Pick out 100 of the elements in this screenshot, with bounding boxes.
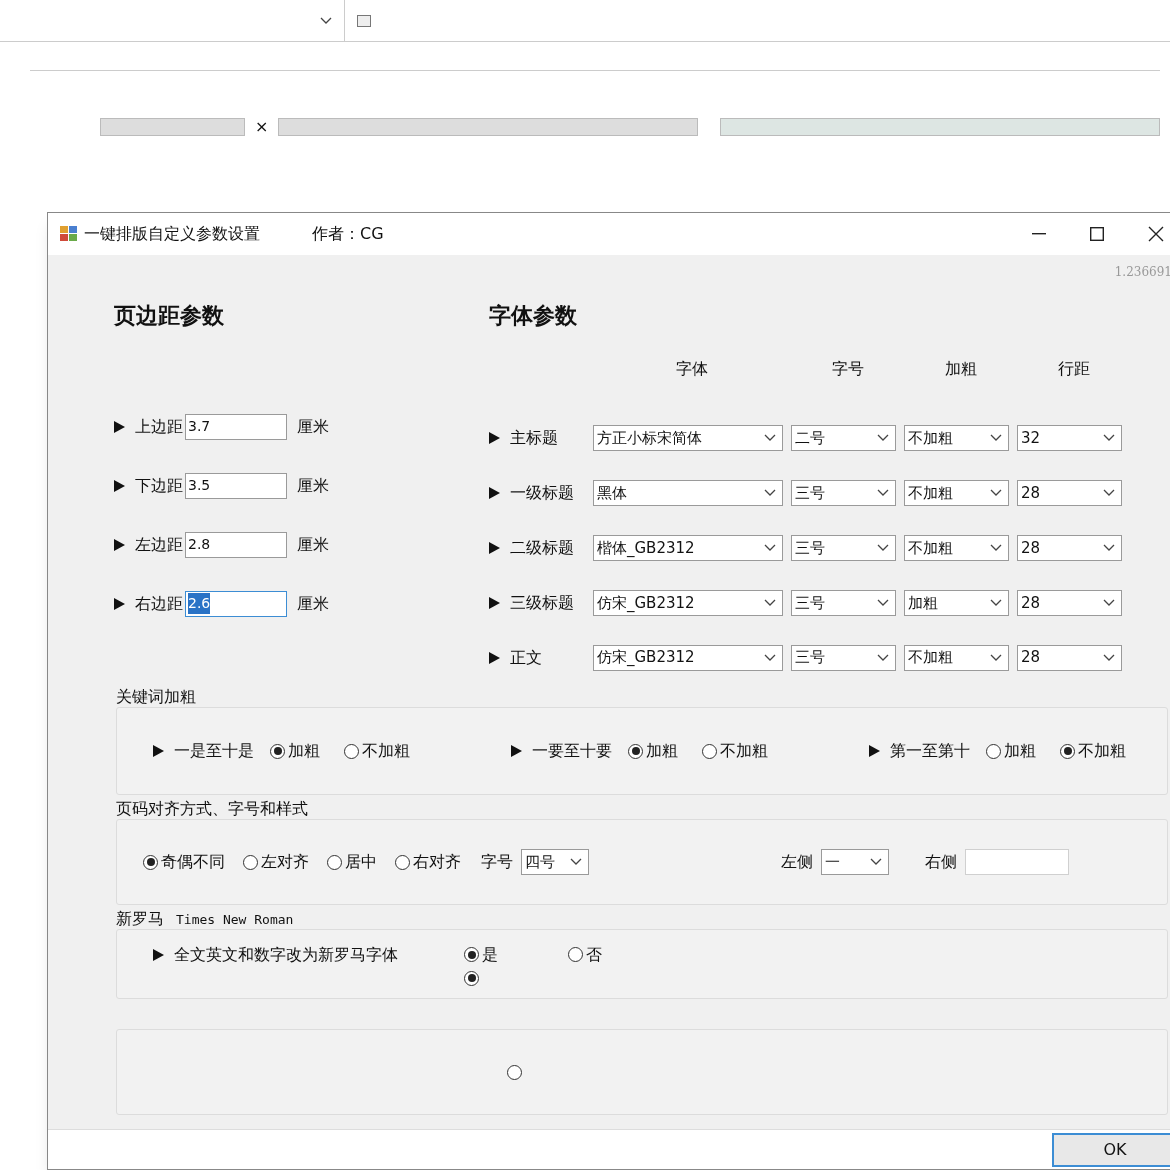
ok-button[interactable]: OK [1052, 1132, 1170, 1167]
field-label: 下边距 [135, 474, 183, 497]
dropdown[interactable]: 三号 [791, 480, 896, 507]
group-title: 新罗马 [116, 908, 164, 930]
radio-button[interactable]: 否 [568, 942, 602, 967]
dropdown[interactable]: 黑体 [593, 480, 783, 507]
triangle-icon [489, 432, 500, 445]
dropdown[interactable]: 不加粗 [904, 644, 1009, 671]
radio-button[interactable]: 居中 [327, 850, 377, 874]
triangle-icon [511, 745, 522, 757]
column-header: 行距 [1056, 358, 1091, 380]
input-field[interactable] [278, 118, 699, 136]
chevron-down-icon [1103, 489, 1115, 498]
chevron-down-icon [764, 653, 776, 662]
option-label: 一是至十是 [174, 740, 254, 762]
input-field[interactable]: 3.7 [185, 413, 287, 440]
radio-button[interactable] [464, 970, 479, 986]
triangle-icon [489, 596, 500, 609]
radio-button[interactable] [507, 1064, 522, 1080]
column-header: 加粗 [943, 358, 978, 380]
row-label: 三级标题 [510, 591, 574, 614]
input-field[interactable] [100, 118, 245, 136]
dropdown[interactable]: 四号 [521, 849, 589, 875]
chevron-down-icon [877, 543, 889, 552]
radio-button[interactable]: 加粗 [270, 739, 320, 763]
input-field[interactable]: 3.5 [185, 472, 287, 499]
radio-button[interactable]: 右对齐 [395, 850, 461, 874]
field-label: 右边距 [135, 592, 183, 615]
radio-button[interactable]: 左对齐 [243, 850, 309, 874]
dropdown[interactable]: 28 [1017, 534, 1122, 561]
chevron-down-icon [877, 653, 889, 662]
option-label: 全文英文和数字改为新罗马字体 [174, 943, 399, 966]
input-field[interactable] [720, 118, 1161, 136]
dropdown[interactable]: 仿宋_GB2312 [593, 644, 783, 671]
triangle-icon [114, 538, 125, 551]
unit-label: 厘米 [297, 415, 329, 438]
row-label: 正文 [510, 646, 542, 669]
minimize-icon[interactable] [1032, 233, 1046, 235]
chevron-down-icon [764, 489, 776, 498]
input-field[interactable]: 2.8 [185, 531, 287, 558]
triangle-icon [869, 745, 880, 757]
dropdown[interactable]: 三号 [791, 589, 896, 616]
dropdown[interactable]: 28 [1017, 480, 1122, 507]
dropdown[interactable]: 不加粗 [904, 425, 1009, 452]
row-label: 主标题 [510, 427, 558, 450]
dropdown[interactable]: 28 [1017, 589, 1122, 616]
radio-button[interactable]: 不加粗 [344, 739, 410, 763]
radio-button[interactable]: 加粗 [628, 739, 678, 763]
chevron-down-icon [570, 858, 582, 866]
radio-button[interactable]: 不加粗 [1060, 739, 1126, 763]
dropdown[interactable]: 28 [1017, 644, 1122, 671]
dropdown[interactable]: 楷体_GB2312 [593, 534, 783, 561]
dropdown[interactable]: 仿宋_GB2312 [593, 589, 783, 616]
chevron-down-icon [877, 598, 889, 607]
group-title: 关键词加粗 [116, 686, 196, 708]
chevron-down-icon [764, 598, 776, 607]
chevron-down-icon [990, 434, 1002, 443]
triangle-icon [489, 541, 500, 554]
field-label: 上边距 [135, 415, 183, 438]
dropdown[interactable]: 不加粗 [904, 480, 1009, 507]
chevron-down-icon [990, 598, 1002, 607]
chevron-down-icon [1103, 434, 1115, 443]
triangle-icon [114, 479, 125, 492]
unit-label: 厘米 [297, 533, 329, 556]
unit-label: 厘米 [297, 474, 329, 497]
dropdown[interactable]: 三号 [791, 644, 896, 671]
input-field[interactable] [965, 849, 1069, 875]
radio-button[interactable]: 加粗 [986, 739, 1036, 763]
dropdown[interactable]: 不加粗 [904, 534, 1009, 561]
chevron-down-icon [990, 653, 1002, 662]
chevron-down-icon [764, 434, 776, 443]
dropdown[interactable]: 三号 [791, 534, 896, 561]
dropdown[interactable]: 二号 [791, 425, 896, 452]
chevron-down-icon [764, 543, 776, 552]
input-field[interactable]: 2.6 [185, 590, 287, 617]
chevron-down-icon [990, 543, 1002, 552]
row-label: 一级标题 [510, 482, 574, 505]
version-label: 1.236691 [1114, 264, 1170, 281]
author-label: 作者：CG [312, 223, 384, 245]
section-heading: 字体参数 [489, 301, 578, 329]
dropdown[interactable]: 32 [1017, 425, 1122, 452]
radio-button[interactable]: 不加粗 [702, 739, 768, 763]
unit-label: 厘米 [297, 592, 329, 615]
close-icon[interactable] [1148, 226, 1164, 242]
column-header: 字号 [830, 358, 865, 380]
option-label: 第一至第十 [890, 740, 970, 762]
section-heading: 页边距参数 [114, 301, 225, 329]
radio-button[interactable]: 奇偶不同 [143, 850, 225, 874]
chevron-down-icon [870, 858, 882, 866]
dropdown[interactable]: 方正小标宋简体 [593, 425, 783, 452]
dropdown[interactable]: 一 [821, 849, 889, 875]
field-label: 左侧 [781, 851, 813, 873]
radio-button[interactable]: 是 [464, 942, 498, 967]
app-icon [60, 226, 78, 242]
field-label: 左边距 [135, 533, 183, 556]
chevron-down-icon [1103, 598, 1115, 607]
maximize-icon[interactable] [1090, 227, 1104, 241]
dropdown[interactable]: 加粗 [904, 589, 1009, 616]
close-mark[interactable]: × [255, 115, 269, 139]
field-label: 字号 [481, 851, 513, 873]
